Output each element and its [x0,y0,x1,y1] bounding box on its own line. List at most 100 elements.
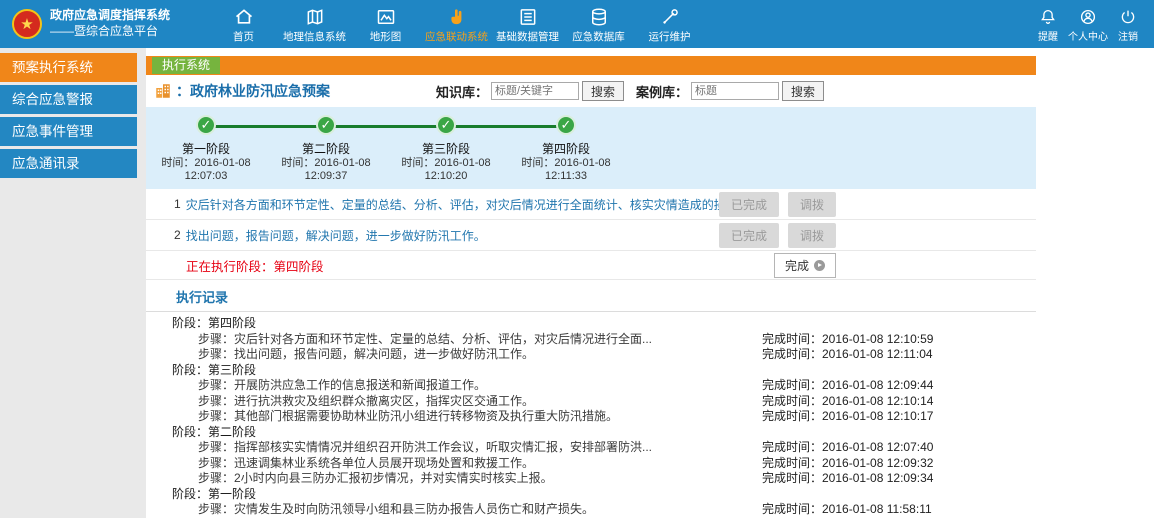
stage-time: 12:10:20 [386,170,506,183]
nav-item-geo-info-system[interactable]: 地理信息系统 [279,4,350,44]
case-search-button[interactable]: 搜索 [782,81,824,101]
finish-stage-button[interactable]: 完成 [774,253,836,278]
step-2-done-button[interactable]: 已完成 [719,223,779,248]
record-phase: 阶段：第一阶段 [146,487,1036,503]
app-title-line1: 政府应急调度指挥系统 [50,8,170,24]
record-step-time: 完成时间：2016-01-08 12:09:32 [762,456,933,472]
stage-name: 第二阶段 [266,142,386,157]
nav-item-terrain-map[interactable]: 地形图 [350,4,421,44]
record-step-time: 完成时间：2016-01-08 12:09:44 [762,378,933,394]
current-step-row-2: 2 找出问题，报告问题，解决问题，进一步做好防汛工作。 已完成 调拨 [146,220,1036,251]
stage-track: ✓ ✓ ✓ ✓ [146,115,666,139]
plan-title: ：政府林业防汛应急预案 [176,81,330,101]
stage-time: 12:09:37 [266,170,386,183]
stage-2-check-icon: ✓ [316,115,336,135]
nav-item-operation-maintenance[interactable]: 运行维护 [634,4,705,44]
nav-item-emergency-linkage-system[interactable]: 应急联动系统 [421,4,492,44]
stage-1-check-icon: ✓ [196,115,216,135]
record-row: 步骤：灾后针对各方面和环节定性、定量的总结、分析、评估，对灾后情况进行全面...… [146,332,1036,348]
record-step-text: 步骤：找出问题，报告问题，解决问题，进一步做好防汛工作。 [146,347,762,363]
record-row: 步骤：迅速调集林业系统各单位人员展开现场处置和救援工作。 完成时间：2016-0… [146,456,1036,472]
record-step-text: 步骤：灾后针对各方面和环节定性、定量的总结、分析、评估，对灾后情况进行全面... [146,332,762,348]
action-label: 提醒 [1038,28,1058,43]
case-search-input[interactable] [691,82,779,100]
stage-date: 时间：2016-01-08 [266,157,386,170]
stage-name: 第一阶段 [146,142,266,157]
step-1-transfer-button[interactable]: 调拨 [788,192,836,217]
step-2-transfer-button[interactable]: 调拨 [788,223,836,248]
stage-date: 时间：2016-01-08 [506,157,626,170]
record-step-time: 完成时间：2016-01-08 12:11:04 [762,347,933,363]
record-group-stage-2: 阶段：第二阶段 步骤：指挥部核实实情情况并组织召开防洪工作会议，听取灾情汇报，安… [146,425,1036,487]
record-step-time: 完成时间：2016-01-08 12:10:59 [762,332,933,348]
app-title-line2: ——暨综合应急平台 [50,24,170,40]
stage-time: 12:11:33 [506,170,626,183]
stage-name: 第四阶段 [506,142,626,157]
nav-item-home[interactable]: 首页 [208,4,279,44]
action-label: 注销 [1118,28,1138,43]
step-1-done-button[interactable]: 已完成 [719,192,779,217]
step-number: 2 [174,228,181,242]
nav-item-label: 应急联动系统 [425,29,488,44]
tools-icon [660,7,680,27]
nav-item-label: 基础数据管理 [496,29,559,44]
top-navigation: 首页 地理信息系统 地形图 应急联动系统 基础数据管理 [208,4,705,44]
geo-map-icon [305,7,325,27]
nav-item-emergency-database[interactable]: 应急数据库 [563,4,634,44]
record-group-stage-4: 阶段：第四阶段 步骤：灾后针对各方面和环节定性、定量的总结、分析、评估，对灾后情… [146,316,1036,363]
reminders-button[interactable]: 提醒 [1028,5,1068,43]
main-content: 执行系统 ：政府林业防汛应急预案 知识库： 搜索 案例库： 搜索 ✓ ✓ [146,48,1036,518]
record-phase: 阶段：第二阶段 [146,425,1036,441]
stage-date: 时间：2016-01-08 [146,157,266,170]
execution-records-title: 执行记录 [146,280,1036,312]
record-phase: 阶段：第四阶段 [146,316,1036,332]
record-step-time: 完成时间：2016-01-08 12:10:14 [762,394,933,410]
library-search-group: 知识库： 搜索 案例库： 搜索 [436,81,1036,101]
record-group-stage-3: 阶段：第三阶段 步骤：开展防洪应急工作的信息报送和新闻报道工作。 完成时间：20… [146,363,1036,425]
current-stage-row: 正在执行阶段：第四阶段 完成 [146,251,1036,280]
knowledge-search-input[interactable] [491,82,579,100]
home-icon [234,7,254,27]
record-step-time: 完成时间：2016-01-08 12:07:40 [762,440,933,456]
nav-item-base-data-management[interactable]: 基础数据管理 [492,4,563,44]
execution-records-list: 阶段：第四阶段 步骤：灾后针对各方面和环节定性、定量的总结、分析、评估，对灾后情… [146,312,1036,518]
power-icon [1119,8,1137,26]
page-body: 预案执行系统 综合应急警报 应急事件管理 应急通讯录 执行系统 ：政府林业防汛应… [0,48,1154,518]
record-row: 步骤：2小时内向县三防办汇报初步情况，并对实情实时核实上报。 完成时间：2016… [146,471,1036,487]
hand-linkage-icon [447,7,467,27]
knowledge-search-button[interactable]: 搜索 [582,81,624,101]
data-list-icon [518,7,538,27]
record-step-text: 步骤：开展防洪应急工作的信息报送和新闻报道工作。 [146,378,762,394]
record-row: 步骤：其他部门根据需要协助林业防汛小组进行转移物资及执行重大防汛措施。 完成时间… [146,409,1036,425]
record-group-stage-1: 阶段：第一阶段 步骤：灾情发生及时向防汛领导小组和县三防办报告人员伤亡和财产损失… [146,487,1036,518]
nav-item-label: 应急数据库 [572,29,625,44]
tab-execution-system[interactable]: 执行系统 [152,57,220,74]
terrain-icon [376,7,396,27]
content-tab-bar: 执行系统 [146,56,1036,75]
personal-center-button[interactable]: 个人中心 [1068,5,1108,43]
record-step-text: 步骤：进行抗洪救灾及组织群众撤离灾区，指挥灾区交通工作。 [146,394,762,410]
nav-item-label: 地形图 [370,29,402,44]
stage-date: 时间：2016-01-08 [386,157,506,170]
sidebar-item-contact-book[interactable]: 应急通讯录 [0,149,137,178]
app-brand: ★ 政府应急调度指挥系统 ——暨综合应急平台 [0,8,208,39]
plan-header-row: ：政府林业防汛应急预案 知识库： 搜索 案例库： 搜索 [146,75,1036,107]
nav-item-label: 地理信息系统 [283,29,346,44]
step-description: 找出问题，报告问题，解决问题，进一步做好防汛工作。 [186,227,486,244]
record-phase: 阶段：第三阶段 [146,363,1036,379]
sidebar-item-plan-execution[interactable]: 预案执行系统 [0,53,137,82]
stage-4-info: 第四阶段 时间：2016-01-08 12:11:33 [506,139,626,183]
current-stage-text: 正在执行阶段：第四阶段 [186,256,324,275]
stage-4-check-icon: ✓ [556,115,576,135]
left-sidebar: 预案执行系统 综合应急警报 应急事件管理 应急通讯录 [0,48,146,518]
record-row: 步骤：找出问题，报告问题，解决问题，进一步做好防汛工作。 完成时间：2016-0… [146,347,1036,363]
stage-3-check-icon: ✓ [436,115,456,135]
record-step-text: 步骤：指挥部核实实情情况并组织召开防洪工作会议，听取灾情汇报，安排部署防洪... [146,440,762,456]
nav-item-label: 运行维护 [649,29,691,44]
record-row: 步骤：进行抗洪救灾及组织群众撤离灾区，指挥灾区交通工作。 完成时间：2016-0… [146,394,1036,410]
sidebar-item-event-management[interactable]: 应急事件管理 [0,117,137,146]
logout-button[interactable]: 注销 [1108,5,1148,43]
current-step-row-1: 1 灾后针对各方面和环节定性、定量的总结、分析、评估，对灾后情况进行全面统计、核… [146,189,1036,220]
sidebar-item-comprehensive-alert[interactable]: 综合应急警报 [0,85,137,114]
stage-1-info: 第一阶段 时间：2016-01-08 12:07:03 [146,139,266,183]
